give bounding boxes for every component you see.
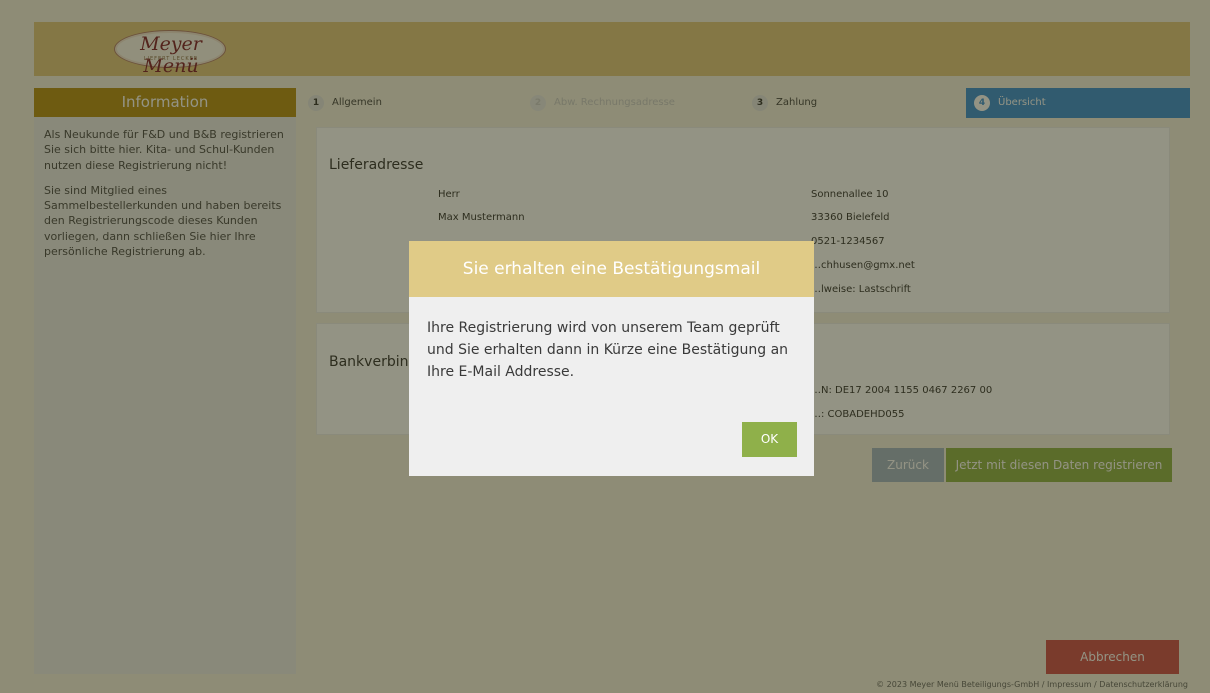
- ok-button[interactable]: OK: [742, 422, 797, 457]
- modal-message: Ihre Registrierung wird von unserem Team…: [427, 320, 789, 380]
- confirmation-modal: Sie erhalten eine Bestätigungsmail Ihre …: [409, 241, 814, 476]
- modal-title: Sie erhalten eine Bestätigungsmail: [409, 241, 814, 297]
